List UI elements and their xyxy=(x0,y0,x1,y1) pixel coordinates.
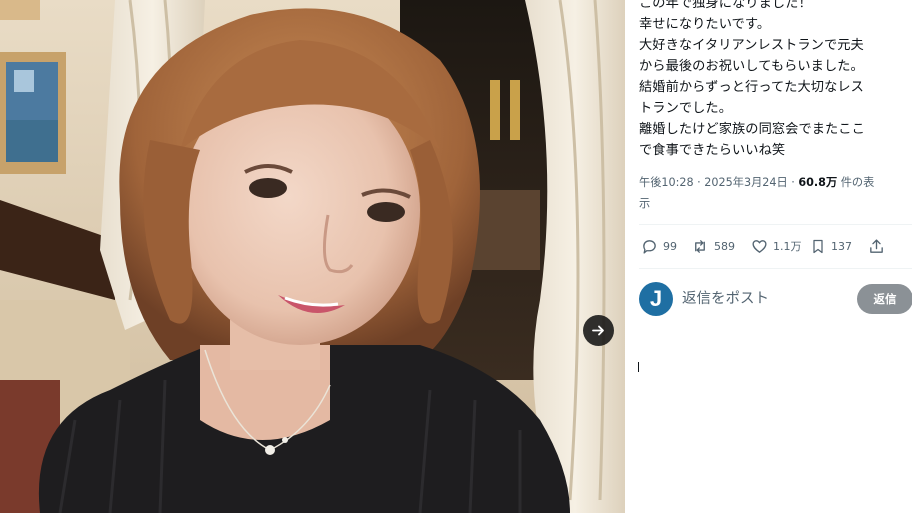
selfie-photo xyxy=(0,0,625,513)
repost-stat-button[interactable]: 589 xyxy=(691,238,751,255)
post-photo[interactable] xyxy=(0,0,625,513)
like-stat-button[interactable]: 1.1万 xyxy=(751,238,810,255)
divider xyxy=(639,268,912,269)
post-text-line: 大好きなイタリアンレストランで元夫 xyxy=(639,38,864,53)
arrow-right-icon xyxy=(592,325,604,336)
reply-count: 99 xyxy=(663,239,677,253)
repost-count: 589 xyxy=(714,239,735,253)
bookmark-count: 137 xyxy=(831,239,852,253)
post-date[interactable]: 2025年3月24日 xyxy=(704,176,787,189)
post-detail-pane: この年で独身になりました！ 幸せになりたいです。 大好きなイタリアンレストランで… xyxy=(625,0,912,513)
post-text-line: から最後のお祝いしてもらいました。 xyxy=(639,59,864,74)
reply-icon xyxy=(643,239,656,254)
text-cursor xyxy=(638,362,639,372)
reply-composer: J 返信をポスト 返信 xyxy=(639,282,912,318)
avatar[interactable]: J xyxy=(639,282,673,316)
post-text: この年で独身になりました！ 幸せになりたいです。 大好きなイタリアンレストランで… xyxy=(639,0,901,161)
engagement-bar: 99 589 1.1万 137 xyxy=(641,235,903,257)
bookmark-stat-button[interactable]: 137 xyxy=(810,238,868,255)
post-time[interactable]: 午後10:28 xyxy=(639,176,694,189)
post-text-line: で食事できたらいいね笑 xyxy=(639,143,786,158)
reply-stat-button[interactable]: 99 xyxy=(641,238,691,255)
meta-separator: · xyxy=(693,176,705,189)
like-count: 1.1万 xyxy=(773,240,802,253)
views-label-continued: 示 xyxy=(639,197,651,210)
post-metadata: 午後10:28 · 2025年3月24日 · 60.8万 件の表 示 xyxy=(639,172,901,214)
reply-input[interactable]: 返信をポスト xyxy=(682,288,832,310)
reply-button[interactable]: 返信 xyxy=(857,284,912,314)
post-text-line: この年で独身になりました！ xyxy=(639,0,812,11)
next-image-button[interactable] xyxy=(583,315,614,346)
views-label: 件の表 xyxy=(837,176,875,189)
post-text-line: 結婚前からずっと行ってた大切なレス xyxy=(639,80,864,95)
post-text-line: 離婚したけど家族の同窓会でまたここ xyxy=(639,122,865,137)
heart-icon xyxy=(752,239,767,253)
share-button[interactable] xyxy=(868,238,885,255)
view-count: 60.8万 xyxy=(798,176,838,189)
post-text-line: 幸せになりたいです。 xyxy=(639,17,771,32)
divider xyxy=(639,224,912,225)
meta-separator: · xyxy=(787,176,799,189)
repost-icon xyxy=(695,239,705,253)
post-text-line: トランでした。 xyxy=(639,101,733,116)
bookmark-icon xyxy=(813,239,823,253)
share-icon xyxy=(870,238,883,253)
